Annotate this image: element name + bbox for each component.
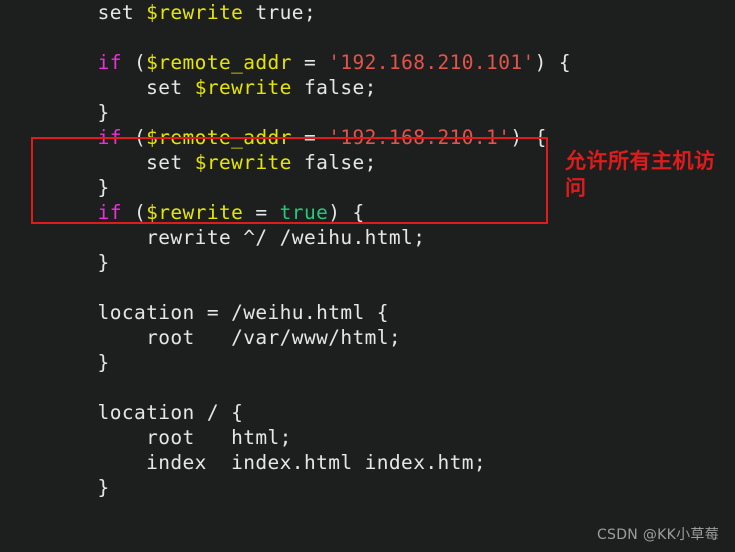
code-line[interactable]: } [0, 100, 735, 125]
code-token-plain: ( [121, 126, 147, 149]
code-line[interactable]: } [0, 475, 735, 500]
code-token-plain: ) { [510, 126, 547, 149]
code-token-var: $remote_addr [146, 51, 292, 74]
code-token-plain: set [97, 1, 147, 24]
code-token-key: if [97, 201, 122, 224]
code-token-plain: location / { [49, 401, 244, 424]
code-token-plain: location = /weihu.html { [49, 301, 389, 324]
code-token-plain: true; [243, 1, 317, 24]
code-token-plain: } [49, 476, 110, 499]
code-token-plain: false; [291, 151, 377, 174]
code-token-var: $rewrite [194, 151, 292, 174]
code-line[interactable] [0, 275, 735, 300]
code-token-plain: root html; [49, 426, 292, 449]
code-token-plain: ) { [328, 201, 365, 224]
code-line[interactable]: if ($remote_addr = '192.168.210.101') { [0, 50, 735, 75]
code-token-plain: = [291, 126, 329, 149]
code-line[interactable]: } [0, 250, 735, 275]
code-line[interactable]: if ($remote_addr = '192.168.210.1') { [0, 125, 735, 150]
code-token-plain: ( [121, 51, 147, 74]
code-token-plain: false; [291, 76, 377, 99]
code-line[interactable]: } [0, 350, 735, 375]
code-token-plain: = [291, 51, 329, 74]
code-screenshot: set $rewrite true; if ($remote_addr = '1… [0, 0, 735, 552]
code-token-plain: } [49, 176, 110, 199]
code-token-plain: ( [121, 201, 147, 224]
code-token-plain: } [49, 351, 110, 374]
code-editor-content[interactable]: set $rewrite true; if ($remote_addr = '1… [0, 0, 735, 500]
code-token-var: $rewrite [146, 201, 244, 224]
code-token-plain: } [49, 101, 110, 124]
code-line[interactable]: root /var/www/html; [0, 325, 735, 350]
code-token-plain: ) { [534, 51, 572, 74]
code-token-str: '192.168.210.1' [328, 126, 511, 149]
code-token-plain: root /var/www/html; [49, 326, 402, 349]
code-token-plain: set [146, 151, 195, 174]
code-token-key: if [97, 126, 122, 149]
code-token-plain: } [49, 251, 110, 274]
code-line[interactable]: set $rewrite false; [0, 75, 735, 100]
code-line[interactable] [0, 25, 735, 50]
code-line[interactable]: if ($rewrite = true) { [0, 200, 735, 225]
code-token-var: $rewrite [194, 76, 292, 99]
code-token-plain: rewrite ^/ /weihu.html; [49, 226, 426, 249]
csdn-watermark: CSDN @KK小草莓 [596, 527, 719, 543]
code-token-plain: set [146, 76, 195, 99]
code-token-str: '192.168.210.101' [328, 51, 535, 74]
annotation-label: 允许所有主机访问 [565, 149, 716, 200]
code-token-var: $remote_addr [146, 126, 292, 149]
code-line[interactable]: rewrite ^/ /weihu.html; [0, 225, 735, 250]
code-line[interactable]: set $rewrite true; [0, 0, 735, 25]
code-line[interactable]: location = /weihu.html { [0, 300, 735, 325]
code-token-bool: true [279, 201, 329, 224]
code-token-key: if [97, 51, 122, 74]
code-line[interactable]: root html; [0, 425, 735, 450]
code-line[interactable]: location / { [0, 400, 735, 425]
code-token-var: $rewrite [146, 1, 244, 24]
code-token-plain: index index.html index.htm; [49, 451, 487, 474]
code-line[interactable] [0, 375, 735, 400]
code-line[interactable]: index index.html index.htm; [0, 450, 735, 475]
code-token-plain: = [243, 201, 280, 224]
